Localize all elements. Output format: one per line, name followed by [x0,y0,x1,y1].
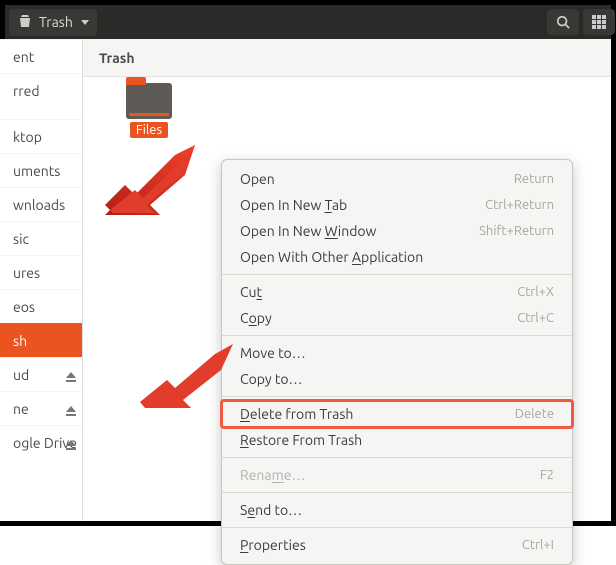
sidebar-item-desktop[interactable]: ktop [0,119,82,153]
menu-label: Copy [240,310,272,326]
sidebar-item-google-drive[interactable]: ogle Drive [0,425,82,459]
menu-separator [222,527,572,528]
menu-shortcut: Ctrl+C [517,311,554,325]
sidebar-item-recent[interactable]: ent [0,39,82,73]
places-sidebar: ent rred ktop uments wnloads sic ures eo… [0,39,83,521]
menu-send-to[interactable]: Send to… [222,497,572,523]
trash-icon [17,13,33,32]
menu-open-with[interactable]: Open With Other Application [222,244,572,270]
menu-open-tab[interactable]: Open In New Tab Ctrl+Return [222,192,572,218]
menu-label: Open In New Window [240,223,376,239]
sidebar-item-label: sh [13,333,27,349]
file-item-files[interactable]: Files [119,83,179,138]
eject-icon[interactable] [66,440,76,446]
grid-icon [592,15,606,29]
sidebar-item-label: wnloads [13,197,65,213]
search-button[interactable] [547,9,579,35]
sidebar-item-label: ures [13,265,40,281]
window-titlebar: Trash [5,5,611,39]
menu-copy[interactable]: Copy Ctrl+C [222,305,572,331]
sidebar-item-label: rred [13,83,40,99]
search-icon [556,15,570,29]
sidebar-item-videos[interactable]: eos [0,289,82,323]
sidebar-item-label: ent [13,49,34,65]
sidebar-item-trash[interactable]: sh [0,323,82,357]
menu-label: Open With Other Application [240,249,423,265]
sidebar-item-starred[interactable]: rred [0,73,82,107]
sidebar-item-drive[interactable]: ne [0,391,82,425]
sidebar-item-label: ne [13,401,29,417]
menu-cut[interactable]: Cut Ctrl+X [222,279,572,305]
menu-separator [222,396,572,397]
menu-label: Cut [240,284,262,300]
menu-separator [222,492,572,493]
eject-icon[interactable] [66,406,76,412]
eject-icon[interactable] [66,372,76,378]
menu-label: Copy to… [240,371,302,387]
chevron-down-icon [81,20,89,25]
menu-separator [222,274,572,275]
sidebar-item-label: ud [13,367,29,383]
menu-shortcut: Delete [515,407,554,421]
menu-delete-from-trash[interactable]: Delete from Trash Delete [222,401,572,427]
menu-shortcut: Ctrl+I [522,538,554,552]
context-menu: Open Return Open In New Tab Ctrl+Return … [221,159,573,565]
menu-rename: Rename… F2 [222,462,572,488]
file-item-label: Files [130,122,168,138]
page-title: Trash [99,50,135,66]
menu-label: Delete from Trash [240,406,353,422]
menu-open[interactable]: Open Return [222,166,572,192]
menu-separator [222,457,572,458]
menu-shortcut: Shift+Return [479,224,554,238]
menu-shortcut: Ctrl+X [517,285,554,299]
menu-label: Rename… [240,467,305,483]
sidebar-item-label: uments [13,163,60,179]
menu-label: Open In New Tab [240,197,347,213]
sidebar-item-music[interactable]: sic [0,221,82,255]
menu-restore-from-trash[interactable]: Restore From Trash [222,427,572,453]
menu-copy-to[interactable]: Copy to… [222,366,572,392]
breadcrumb: Trash [83,39,611,77]
location-dropdown[interactable]: Trash [9,9,97,36]
menu-label: Open [240,171,275,187]
menu-separator [222,335,572,336]
menu-label: Properties [240,537,306,553]
sidebar-item-documents[interactable]: uments [0,153,82,187]
sidebar-item-downloads[interactable]: wnloads [0,187,82,221]
menu-label: Restore From Trash [240,432,362,448]
location-title: Trash [39,14,73,30]
sidebar-item-label: sic [13,231,29,247]
sidebar-item-cloud[interactable]: ud [0,357,82,391]
menu-label: Send to… [240,502,302,518]
menu-label: Move to… [240,345,306,361]
menu-open-window[interactable]: Open In New Window Shift+Return [222,218,572,244]
menu-shortcut: Ctrl+Return [485,198,554,212]
sidebar-item-pictures[interactable]: ures [0,255,82,289]
menu-move-to[interactable]: Move to… [222,340,572,366]
folder-icon [126,83,172,119]
sidebar-item-label: eos [13,299,35,315]
menu-properties[interactable]: Properties Ctrl+I [222,532,572,558]
sidebar-item-label: ktop [13,129,42,145]
menu-shortcut: Return [514,172,554,186]
menu-shortcut: F2 [540,468,554,482]
view-grid-button[interactable] [583,9,615,35]
